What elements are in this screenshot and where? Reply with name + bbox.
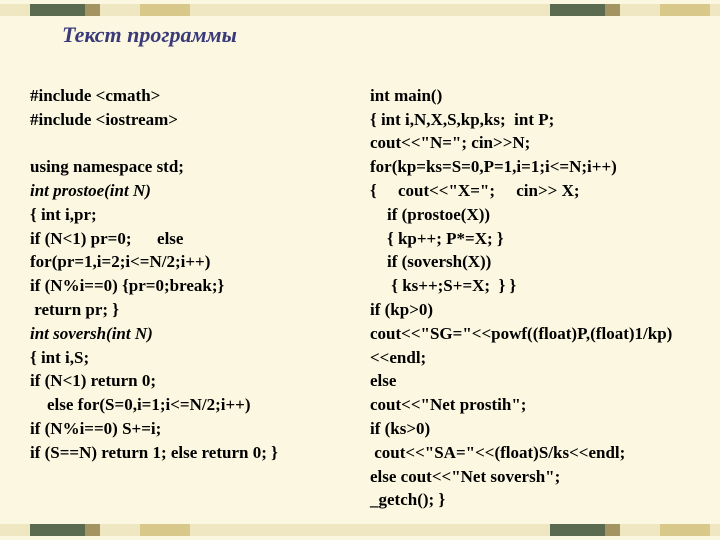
code-line: #include <cmath> bbox=[30, 86, 160, 105]
code-line: int prostoe(int N) bbox=[30, 181, 151, 200]
code-line: cout<<"SG="<<powf((float)P,(float)1/kp)<… bbox=[370, 324, 672, 367]
code-line: { int i,pr; bbox=[30, 205, 97, 224]
code-line: _getch(); } bbox=[370, 490, 445, 509]
code-line: if (kp>0) bbox=[370, 300, 433, 319]
code-line: else cout<<"Net soversh"; bbox=[370, 467, 560, 486]
code-line: if (N%i==0) S+=i; bbox=[30, 419, 161, 438]
code-line: cout<<"Net prostih"; bbox=[370, 395, 526, 414]
code-line: int main() bbox=[370, 86, 442, 105]
code-line: int soversh(int N) bbox=[30, 324, 153, 343]
code-column-right: int main() { int i,N,X,S,kp,ks; int P; c… bbox=[370, 60, 690, 512]
code-line: if (ks>0) bbox=[370, 419, 430, 438]
code-line: for(kp=ks=S=0,P=1,i=1;i<=N;i++) bbox=[370, 157, 617, 176]
decorative-stripe-top bbox=[0, 4, 720, 16]
slide-title: Текст программы bbox=[62, 22, 237, 48]
code-line: if (N<1) pr=0; else bbox=[30, 229, 183, 248]
code-line: { kp++; P*=X; } bbox=[370, 229, 504, 248]
code-line: if (soversh(X)) bbox=[370, 252, 491, 271]
code-line: else for(S=0,i=1;i<=N/2;i++) bbox=[30, 395, 251, 414]
code-column-left: #include <cmath> #include <iostream> usi… bbox=[30, 60, 350, 465]
code-line: if (N%i==0) {pr=0;break;} bbox=[30, 276, 224, 295]
code-line: cout<<"SA="<<(float)S/ks<<endl; bbox=[370, 443, 625, 462]
code-line: if (N<1) return 0; bbox=[30, 371, 156, 390]
code-line: if (S==N) return 1; else return 0; } bbox=[30, 443, 278, 462]
code-line: { int i,S; bbox=[30, 348, 89, 367]
code-line: if (prostoe(X)) bbox=[370, 205, 490, 224]
code-line: else bbox=[370, 371, 396, 390]
code-line: { ks++;S+=X; } } bbox=[370, 276, 516, 295]
code-line: return pr; } bbox=[30, 300, 119, 319]
code-line: #include <iostream> bbox=[30, 110, 178, 129]
decorative-stripe-bottom bbox=[0, 524, 720, 536]
code-line: for(pr=1,i=2;i<=N/2;i++) bbox=[30, 252, 210, 271]
code-line: { int i,N,X,S,kp,ks; int P; bbox=[370, 110, 554, 129]
code-line: cout<<"N="; cin>>N; bbox=[370, 133, 530, 152]
code-line: { cout<<"X="; cin>> X; bbox=[370, 181, 580, 200]
code-line: using namespace std; bbox=[30, 157, 184, 176]
